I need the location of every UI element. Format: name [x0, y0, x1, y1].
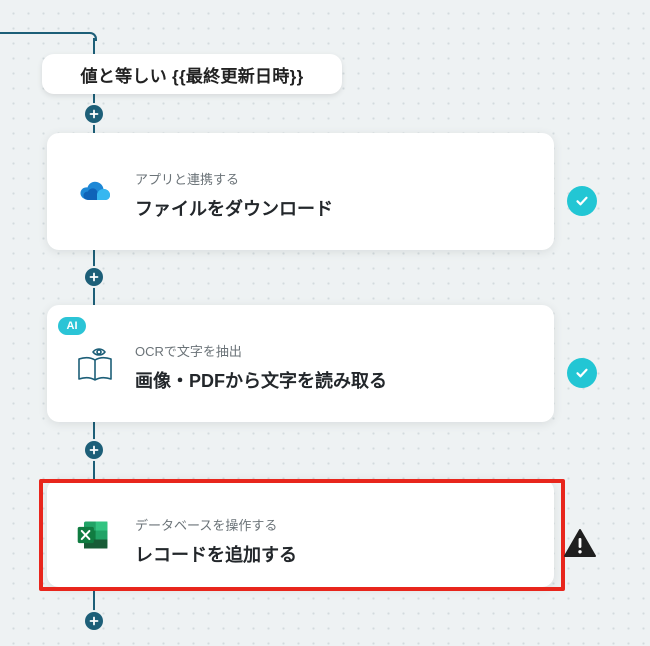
plus-icon: [89, 109, 99, 119]
warning-icon: [563, 528, 597, 558]
status-success-icon: [567, 358, 597, 388]
excel-icon: [75, 517, 115, 557]
step-card-add-record[interactable]: データベースを操作する レコードを追加する: [47, 479, 554, 587]
step-subtitle: OCRで文字を抽出: [135, 344, 242, 359]
onedrive-icon: [75, 173, 115, 213]
step-title: 画像・PDFから文字を読み取る: [135, 371, 387, 391]
status-success-icon: [567, 186, 597, 216]
add-step-button[interactable]: [85, 612, 103, 630]
ocr-book-eye-icon: [75, 343, 115, 383]
plus-icon: [89, 616, 99, 626]
step-card-download-file[interactable]: アプリと連携する ファイルをダウンロード: [47, 133, 554, 250]
plus-icon: [89, 272, 99, 282]
connector-top-horizontal: [0, 32, 90, 34]
condition-label: 値と等しい {{最終更新日時}}: [80, 66, 304, 86]
step-subtitle: アプリと連携する: [135, 172, 240, 187]
step-card-ocr[interactable]: OCRで文字を抽出 画像・PDFから文字を読み取る: [47, 305, 554, 422]
add-step-button[interactable]: [85, 268, 103, 286]
step-title: レコードを追加する: [135, 545, 297, 565]
step-title: ファイルをダウンロード: [135, 199, 333, 219]
add-step-button[interactable]: [85, 441, 103, 459]
condition-pill[interactable]: 値と等しい {{最終更新日時}}: [42, 54, 342, 94]
add-step-button[interactable]: [85, 105, 103, 123]
plus-icon: [89, 445, 99, 455]
step-subtitle: データベースを操作する: [135, 518, 278, 533]
ai-badge: AI: [58, 317, 86, 335]
